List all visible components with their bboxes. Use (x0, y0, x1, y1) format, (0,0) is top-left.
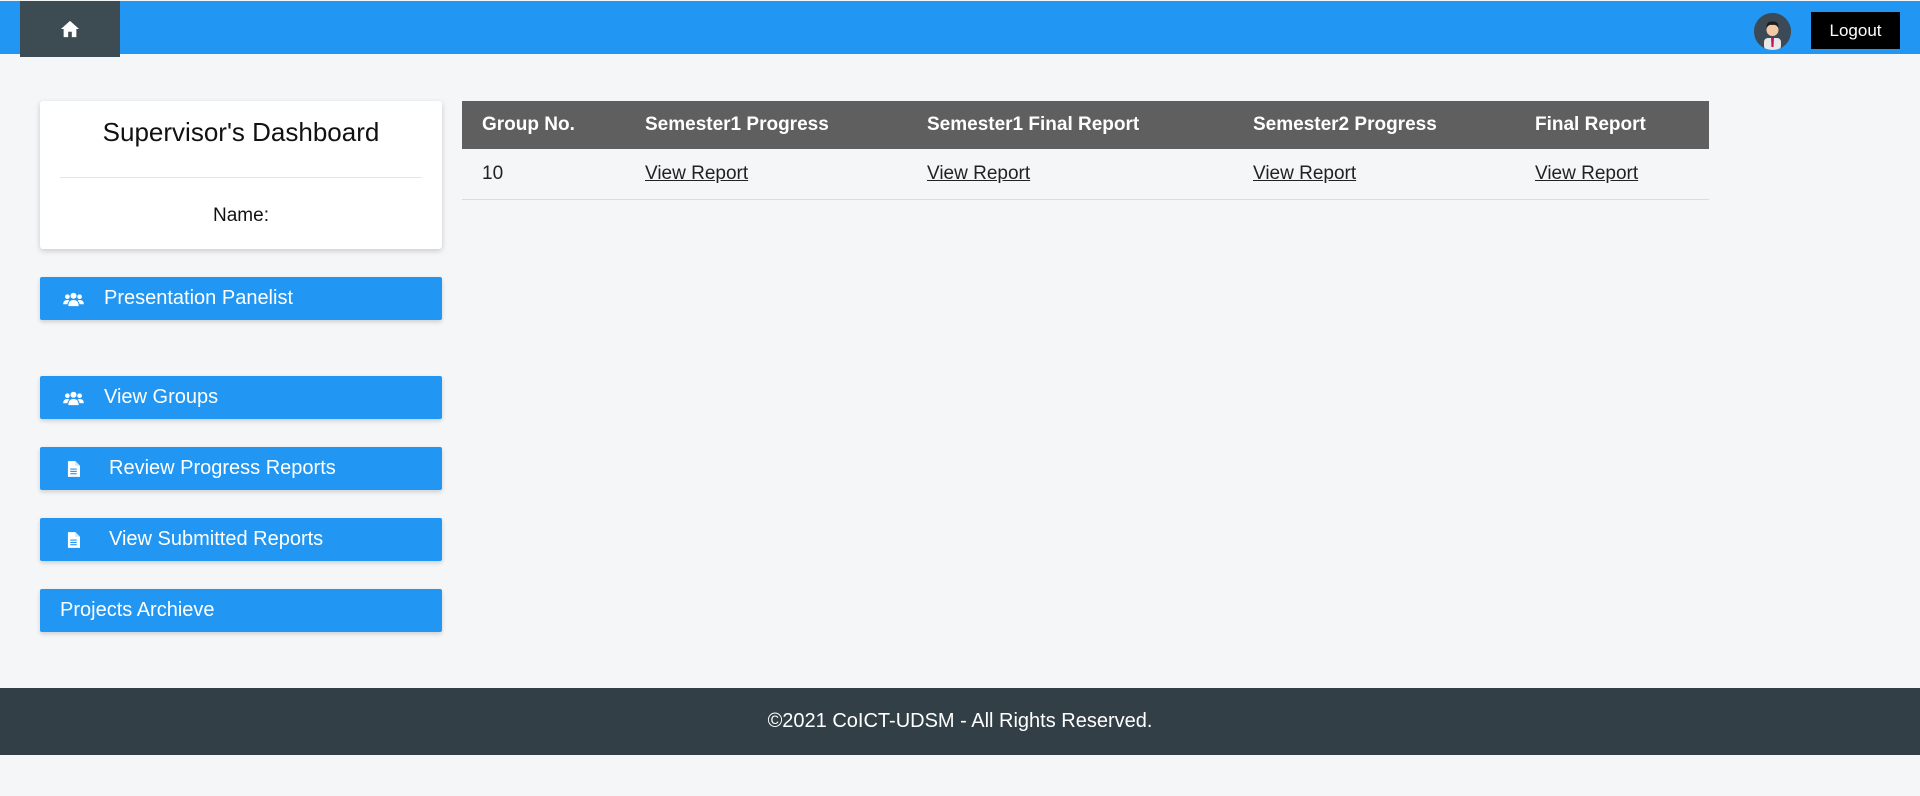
column-header-group-no: Group No. (462, 101, 625, 149)
button-label: Review Progress Reports (109, 457, 336, 479)
final-report-view-report-link[interactable]: View Report (1535, 163, 1638, 184)
column-header-semester1-final-report: Semester1 Final Report (907, 101, 1233, 149)
table-header-row: Group No. Semester1 Progress Semester1 F… (462, 101, 1709, 149)
copyright-text: ©2021 CoICT-UDSM - All Rights Reserved. (767, 710, 1153, 732)
column-header-semester1-progress: Semester1 Progress (625, 101, 907, 149)
semester1-progress-view-report-link[interactable]: View Report (645, 163, 748, 184)
home-icon (60, 20, 80, 38)
users-icon (62, 289, 84, 309)
file-icon (62, 530, 84, 550)
semester2-progress-view-report-link[interactable]: View Report (1253, 163, 1356, 184)
view-submitted-reports-button[interactable]: View Submitted Reports (40, 518, 442, 561)
home-button[interactable] (20, 1, 120, 57)
avatar-icon (1754, 13, 1791, 50)
file-icon (62, 459, 84, 479)
review-progress-reports-button[interactable]: Review Progress Reports (40, 447, 442, 490)
table-cell: View Report (625, 149, 907, 200)
button-label: Projects Archieve (60, 599, 215, 621)
logout-button[interactable]: Logout (1811, 12, 1900, 49)
button-label: View Groups (104, 386, 219, 408)
projects-archive-button[interactable]: Projects Archieve (40, 589, 442, 632)
name-label: Name: (213, 205, 269, 226)
semester1-final-report-view-report-link[interactable]: View Report (927, 163, 1030, 184)
dashboard-title: Supervisor's Dashboard (102, 117, 380, 147)
table-cell: View Report (907, 149, 1233, 200)
footer: ©2021 CoICT-UDSM - All Rights Reserved. (0, 688, 1920, 755)
button-label: Presentation Panelist (104, 287, 294, 309)
presentation-panelist-button[interactable]: Presentation Panelist (40, 277, 442, 320)
reports-table: Group No. Semester1 Progress Semester1 F… (462, 101, 1709, 200)
divider (60, 177, 422, 178)
users-icon (62, 388, 84, 408)
view-groups-button[interactable]: View Groups (40, 376, 442, 419)
top-navbar: Logout (0, 1, 1920, 57)
user-avatar[interactable] (1754, 13, 1791, 50)
group-number-cell: 10 (462, 149, 625, 200)
table-row: 10 View Report View Report View Report V… (462, 149, 1709, 200)
button-label: View Submitted Reports (109, 528, 324, 550)
column-header-final-report: Final Report (1515, 101, 1709, 149)
table-cell: View Report (1233, 149, 1515, 200)
profile-card: Supervisor's Dashboard Name: (40, 101, 442, 249)
table-cell: View Report (1515, 149, 1709, 200)
column-header-semester2-progress: Semester2 Progress (1233, 101, 1515, 149)
